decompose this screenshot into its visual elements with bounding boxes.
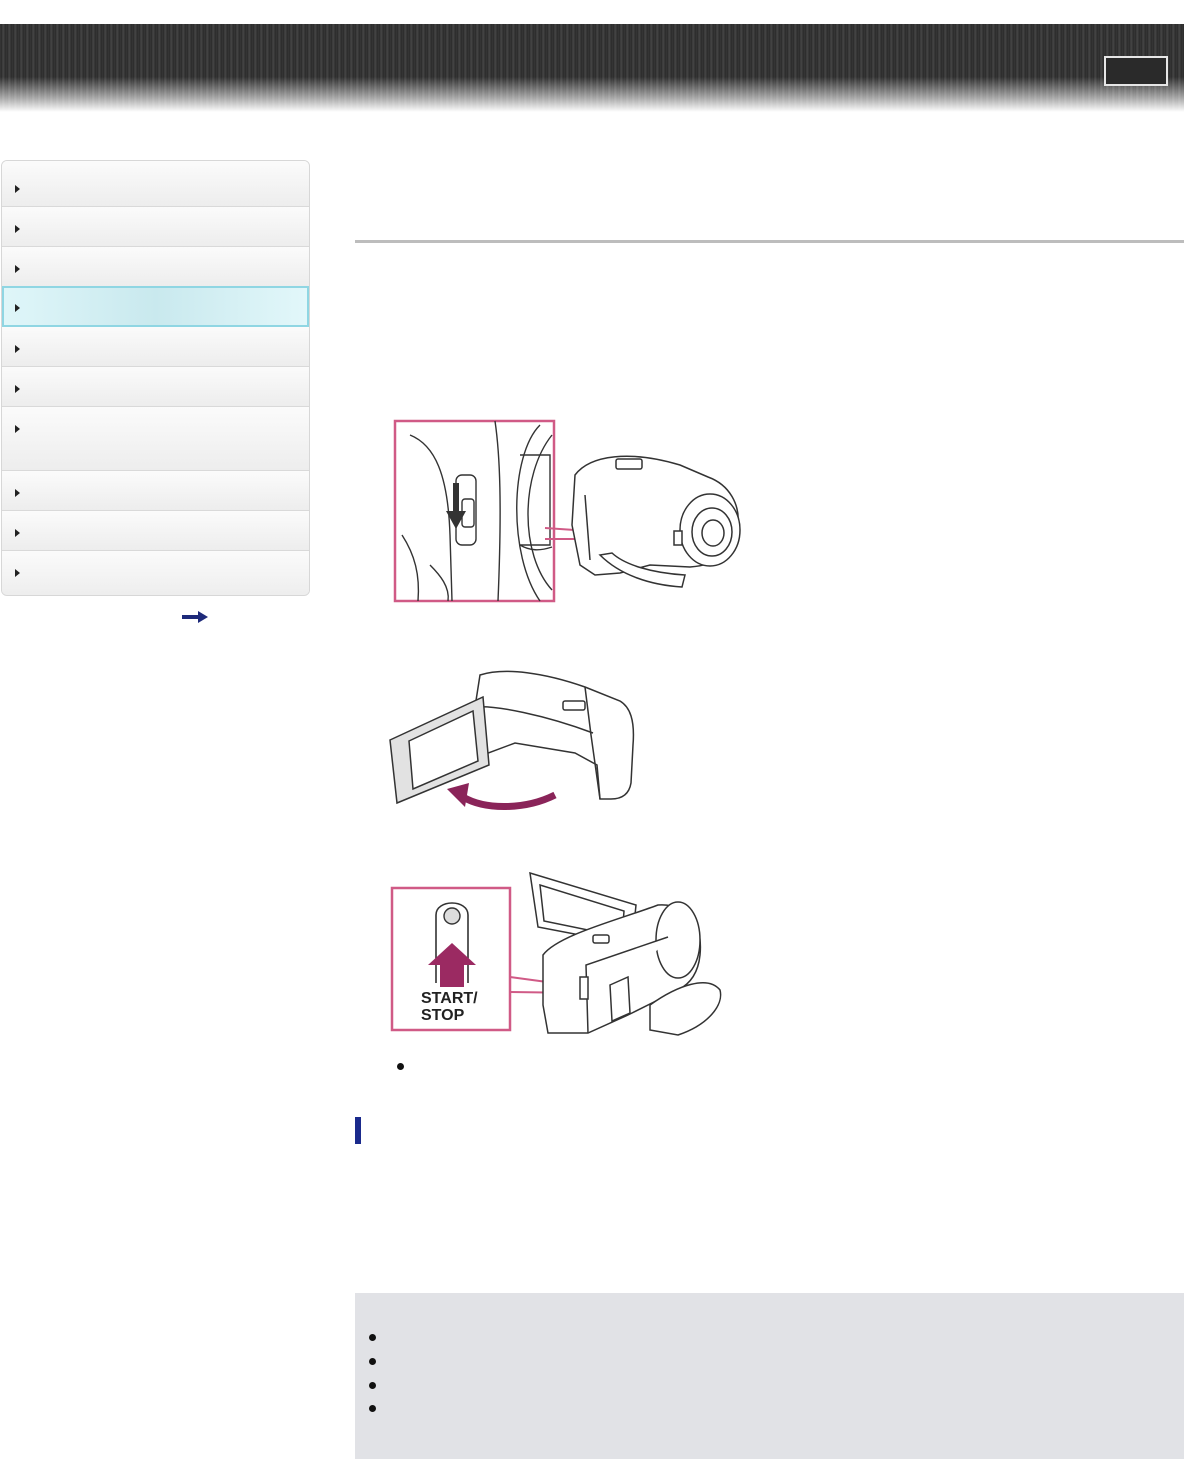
- sidebar-item-5[interactable]: [2, 327, 309, 367]
- title-divider: [355, 240, 1184, 243]
- sidebar-item-4-active[interactable]: [2, 286, 309, 327]
- bullet-point: [397, 1063, 404, 1070]
- triangle-right-icon: [15, 345, 20, 353]
- note-bullet: [369, 1405, 376, 1412]
- start-stop-label-line1: START/: [421, 990, 478, 1007]
- notes-box: [355, 1293, 1184, 1459]
- sidebar-item-7[interactable]: [2, 407, 309, 471]
- triangle-right-icon: [15, 425, 20, 433]
- note-bullet: [369, 1334, 376, 1341]
- header-button[interactable]: [1104, 56, 1168, 86]
- note-bullet: [369, 1382, 376, 1389]
- triangle-right-icon: [15, 385, 20, 393]
- sidebar-item-10[interactable]: [2, 551, 309, 595]
- sidebar-item-1[interactable]: [2, 161, 309, 207]
- open-lcd-figure: [389, 670, 635, 810]
- sidebar-nav: [1, 160, 310, 596]
- right-arrow-icon[interactable]: [182, 610, 208, 624]
- start-stop-label-line2: STOP: [421, 1007, 465, 1024]
- section-heading-marker: [355, 1117, 361, 1144]
- sidebar-item-2[interactable]: [2, 207, 309, 247]
- triangle-right-icon: [15, 569, 20, 577]
- sidebar-item-6[interactable]: [2, 367, 309, 407]
- triangle-right-icon: [15, 185, 20, 193]
- triangle-right-icon: [15, 265, 20, 273]
- power-switch-figure: [393, 419, 741, 603]
- triangle-right-icon: [15, 529, 20, 537]
- sidebar-item-8[interactable]: [2, 471, 309, 511]
- top-header-banner: [0, 24, 1184, 112]
- note-bullet: [369, 1358, 376, 1365]
- start-stop-figure: START/ STOP: [390, 871, 722, 1036]
- triangle-right-icon: [15, 225, 20, 233]
- sidebar-item-9[interactable]: [2, 511, 309, 551]
- sidebar-item-3[interactable]: [2, 247, 309, 287]
- triangle-right-icon: [15, 304, 20, 312]
- triangle-right-icon: [15, 489, 20, 497]
